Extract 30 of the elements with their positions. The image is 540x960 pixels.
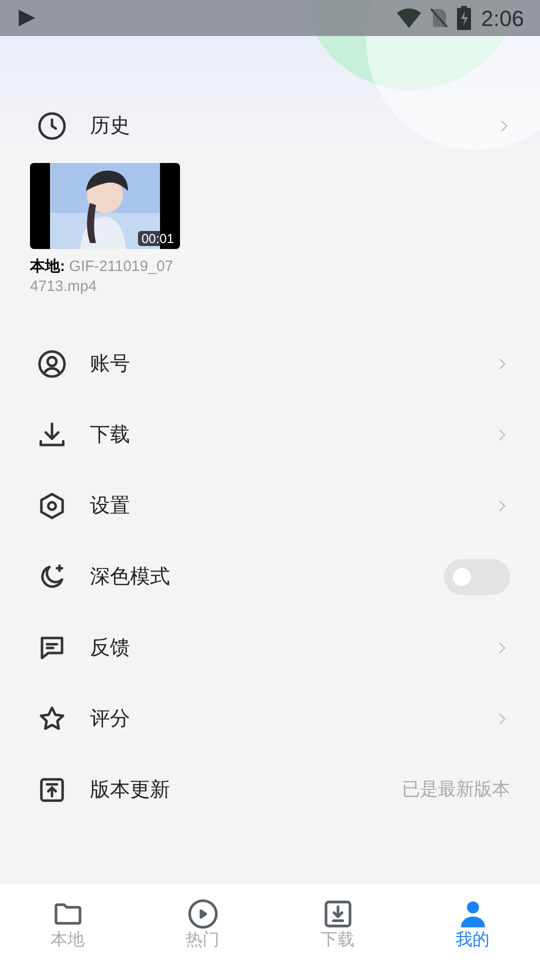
- nav-tab[interactable]: 我的: [405, 884, 540, 960]
- menu-row[interactable]: 反馈: [0, 612, 540, 683]
- wifi-icon: [397, 7, 422, 29]
- menu-row[interactable]: 下载: [0, 399, 540, 470]
- download-box-icon: [322, 898, 354, 930]
- play-logo-icon: [16, 7, 38, 29]
- menu-row[interactable]: 评分: [0, 683, 540, 754]
- play-circle-icon: [186, 898, 218, 930]
- history-row[interactable]: 历史: [0, 90, 540, 162]
- dark-mode-switch[interactable]: [444, 558, 510, 594]
- menu-row[interactable]: 版本更新 已是最新版本: [0, 754, 540, 825]
- menu-label: 反馈: [90, 636, 131, 660]
- menu-label: 深色模式: [90, 564, 171, 590]
- video-caption: 本地: GIF-211019_074713.mp4: [30, 257, 174, 297]
- menu-label: 下载: [90, 422, 131, 448]
- status-time: 2:06: [481, 4, 524, 32]
- version-status: 已是最新版本: [402, 778, 510, 801]
- clock-icon: [37, 111, 67, 141]
- download-icon: [37, 420, 67, 450]
- menu-row[interactable]: 深色模式: [0, 541, 540, 612]
- menu-label: 评分: [90, 706, 131, 732]
- menu-label: 设置: [90, 494, 131, 518]
- menu-label: 账号: [90, 352, 131, 376]
- menu-row[interactable]: 账号: [0, 328, 540, 399]
- battery-charging-icon: [457, 6, 472, 30]
- user-circle-icon: [37, 348, 67, 378]
- no-sim-icon: [429, 7, 450, 29]
- menu-label: 版本更新: [90, 778, 171, 802]
- settings-icon: [37, 490, 67, 520]
- menu-row[interactable]: 设置: [0, 470, 540, 541]
